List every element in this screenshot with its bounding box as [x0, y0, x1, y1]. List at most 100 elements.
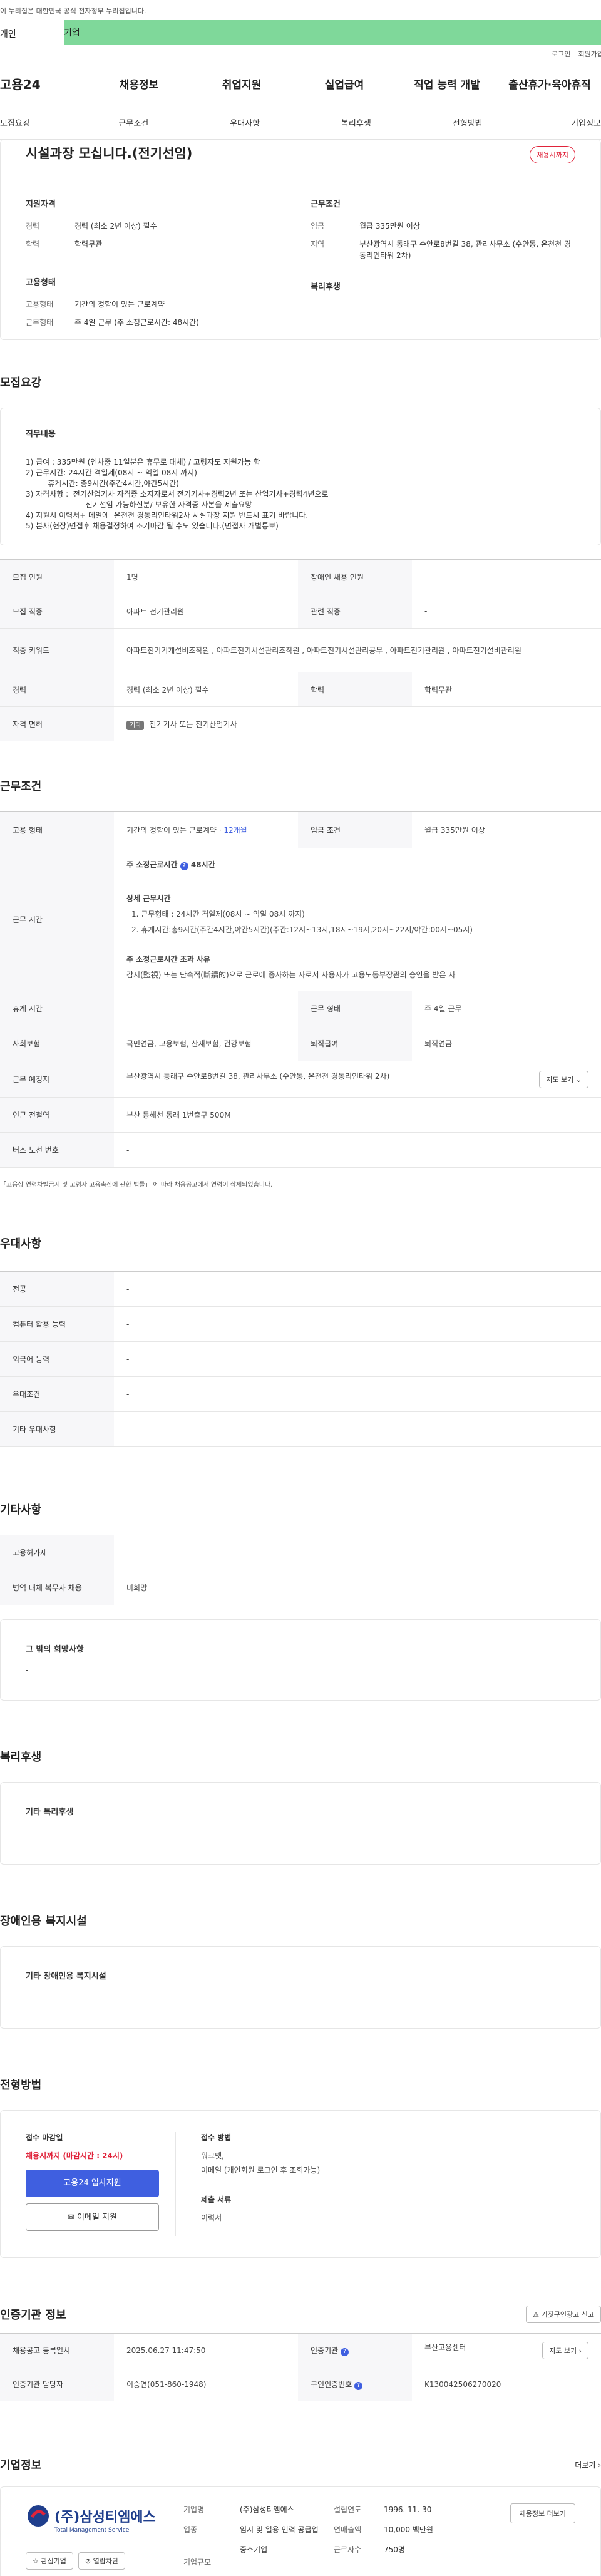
- tab-selection[interactable]: 전형방법: [412, 116, 523, 128]
- prefer-table: 전공 - 컴퓨터 활용 능력 - 외국어 능력 - 우대조건 - 기타 우대사항 -: [0, 1271, 601, 1447]
- prefer-value: -: [114, 1306, 601, 1342]
- interest-label: 관심기업: [41, 2557, 66, 2565]
- duty-line: 3) 자격사항 : 전기산업기사 자격증 소지자로서 전기기사+경력2년 또는 …: [26, 490, 329, 498]
- interest-button[interactable]: ☆ 관심기업: [26, 2552, 73, 2570]
- company-logo: (주)삼성티엠에스: [26, 2503, 183, 2528]
- summary-card: 시설과장 모십니다.(전기선임) 채용시까지 지원자격 경력 경력 (최소 2년 …: [0, 140, 601, 340]
- job-label: 모집 직종: [0, 594, 114, 629]
- docs-title: 제출 서류: [201, 2195, 232, 2204]
- edu-value: 학력무관: [412, 672, 601, 707]
- tab-prefer[interactable]: 우대사항: [189, 116, 300, 128]
- company-sales-label: 연매출액: [334, 2525, 362, 2534]
- agency-label: 인증기관: [311, 2346, 339, 2355]
- prefer-label: 컴퓨터 활용 능력: [0, 1306, 114, 1342]
- tab-recruit[interactable]: 모집요강: [0, 116, 78, 128]
- bus-value: -: [114, 1132, 601, 1168]
- wage-label: 임금 조건: [298, 811, 412, 848]
- break-label: 휴게 시간: [0, 991, 114, 1026]
- etc-label: 병역 대체 복무자 채용: [0, 1570, 114, 1605]
- keyword-value: 아파트전기기계설비조작원 , 아파트전기시설관리조작원 , 아파트전기시설관리공…: [114, 628, 601, 672]
- cond-title: 근무조건: [311, 200, 341, 209]
- duty-line: 5) 본사(현장)면접후 채용결정하여 조기마감 될 수도 있습니다.(면접자 …: [26, 522, 279, 530]
- section-selection-title: 전형방법: [0, 2079, 42, 2092]
- gnb-menu-training[interactable]: 직업 능력 개발: [396, 76, 498, 91]
- apply-button[interactable]: 고용24 입사지원: [26, 2170, 159, 2197]
- prefer-value: -: [114, 1341, 601, 1377]
- company-more-link[interactable]: 더보기 ›: [575, 2460, 601, 2470]
- report-button[interactable]: ⚠ 거짓구인광고 신고: [526, 2306, 601, 2323]
- company-logo-icon: [28, 2505, 49, 2527]
- edu-value: 학력무관: [74, 240, 103, 249]
- company-size-value: 중소기업: [240, 2545, 268, 2554]
- place-label: 근무 예정지: [0, 1061, 114, 1098]
- mail-apply-label: 이메일 지원: [77, 2213, 117, 2222]
- gnb-menu-benefit[interactable]: 실업급여: [293, 76, 396, 91]
- reg-label: 채용공고 등록일시: [0, 2333, 114, 2367]
- welfare-item-title: 기타 복리후생: [26, 1808, 74, 1817]
- company-workers-label: 근로자수: [334, 2545, 362, 2554]
- hours-cell: 주 소정근로시간 ? 48시간 상세 근무시간 1. 근무형태 : 24시간 격…: [114, 848, 601, 991]
- edu-label: 학력: [298, 672, 412, 707]
- emp-title: 고용형태: [26, 278, 56, 287]
- prefer-label: 기타 우대사항: [0, 1411, 114, 1447]
- emptype-label: 고용 형태: [0, 811, 114, 848]
- block-button[interactable]: ⊘ 열람차단: [78, 2552, 126, 2570]
- retire-label: 퇴직급여: [298, 1026, 412, 1061]
- license-value-cell: 기타 전기기사 또는 전기산업기사: [114, 706, 601, 741]
- gnb-menu-jobs[interactable]: 채용정보: [88, 76, 190, 91]
- agency-map-button[interactable]: 지도 보기 ›: [542, 2341, 588, 2359]
- section-etc-title: 기타사항: [0, 1503, 42, 1517]
- info-icon[interactable]: ?: [341, 2347, 349, 2356]
- agency-label-cell: 인증기관 ?: [298, 2333, 412, 2367]
- hours-detail-line: 1. 근무형태 : 24시간 격일제(08시 ~ 익일 08시 까지): [131, 910, 305, 919]
- hours-detail-title: 상세 근무시간: [126, 894, 171, 903]
- disabled-item-value: -: [26, 1992, 29, 2001]
- mail-apply-button[interactable]: ✉ 이메일 지원: [26, 2203, 159, 2231]
- tab-conditions[interactable]: 근무조건: [78, 116, 189, 128]
- gov-banner: 이 누리집은 대한민국 공식 전자정부 누리집입니다.: [0, 0, 601, 20]
- etc-other-value: -: [26, 1666, 29, 1674]
- tab-company[interactable]: 기업: [64, 26, 80, 39]
- region-label: 지역: [311, 240, 325, 249]
- gnb-menu-support[interactable]: 취업지원: [190, 76, 293, 91]
- worktype-value: 주 4일 근무 (주 소정근로시간: 48시간): [74, 318, 199, 327]
- company-logo-name: (주)삼성티엠에스: [54, 2510, 156, 2525]
- chevron-right-icon: ›: [578, 2346, 582, 2355]
- contract-period: 12개월: [223, 826, 247, 835]
- conditions-table: 고용 형태 기간의 정함이 있는 근로계약 · 12개월 임금 조건 월급 335만원…: [0, 811, 601, 1168]
- edu-label: 학력: [26, 240, 40, 249]
- page-title: 시설과장 모십니다.(전기선임): [26, 146, 193, 161]
- info-icon[interactable]: ?: [354, 2381, 363, 2390]
- block-icon: ⊘: [85, 2557, 91, 2565]
- license-value: 전기기사 또는 전기산업기사: [149, 719, 237, 729]
- section-welfare-title: 복리후생: [0, 1751, 42, 1764]
- headcount-value: 1명: [114, 559, 298, 594]
- agency-value: 부산고용센터: [424, 2342, 466, 2352]
- map-button[interactable]: 지도 보기 ⌄: [539, 1070, 588, 1088]
- worktype-label: 근무형태: [26, 318, 54, 327]
- login-link[interactable]: 로그인: [552, 49, 570, 63]
- tab-welfare[interactable]: 복리후생: [300, 116, 412, 128]
- deadline-value: 채용시까지 (마감시간 : 24시): [26, 2151, 123, 2160]
- cert-no-label: 구인인증번호: [311, 2379, 352, 2389]
- tab-individual[interactable]: 개인: [0, 20, 64, 45]
- site-logo[interactable]: 고용24: [0, 75, 88, 93]
- place-cell: 부산광역시 동래구 수안로8번길 38, 관리사무소 (수안동, 온천천 경동리…: [114, 1061, 601, 1098]
- join-link[interactable]: 회원가입: [578, 49, 601, 63]
- status-badge: 채용시까지: [530, 146, 575, 163]
- career-value: 경력 (최소 2년 이상) 필수: [114, 672, 298, 707]
- map-button-label: 지도 보기: [546, 1075, 574, 1084]
- related-label: 관련 직종: [298, 594, 412, 629]
- info-icon[interactable]: ?: [180, 862, 188, 870]
- subway-value: 부산 동해선 동래 1번출구 500M: [114, 1097, 601, 1133]
- duty-line: 휴게시간: 총9시간(주간4시간,야간5시간): [41, 479, 179, 488]
- duty-line: 1) 급여 : 335만원 (연차중 11일분은 휴무로 대체) / 고령자도 …: [26, 458, 260, 466]
- company-recruit-button[interactable]: 채용정보 더보기: [510, 2503, 575, 2523]
- tab-company[interactable]: 기업정보: [523, 116, 601, 128]
- duty-line: 4) 지원시 이력서+ 메일에 온천천 경동리인타워2차 시설과장 지원 반드시…: [26, 511, 309, 520]
- over-value: 감시(監視) 또는 단속적(斷續的)으로 근로에 종사하는 자로서 사용자가 고…: [126, 971, 456, 979]
- warning-icon: ⚠: [533, 2311, 540, 2319]
- duty-card: 직무내용 1) 급여 : 335만원 (연차중 11일분은 휴무로 대체) / …: [0, 408, 601, 545]
- gnb-menu-leave[interactable]: 출산휴가·육아휴직: [498, 76, 601, 91]
- recruit-table: 모집 인원 1명 장애인 채용 인원 - 모집 직종 아파트 전기관리원 관련 직종 - 직…: [0, 559, 601, 741]
